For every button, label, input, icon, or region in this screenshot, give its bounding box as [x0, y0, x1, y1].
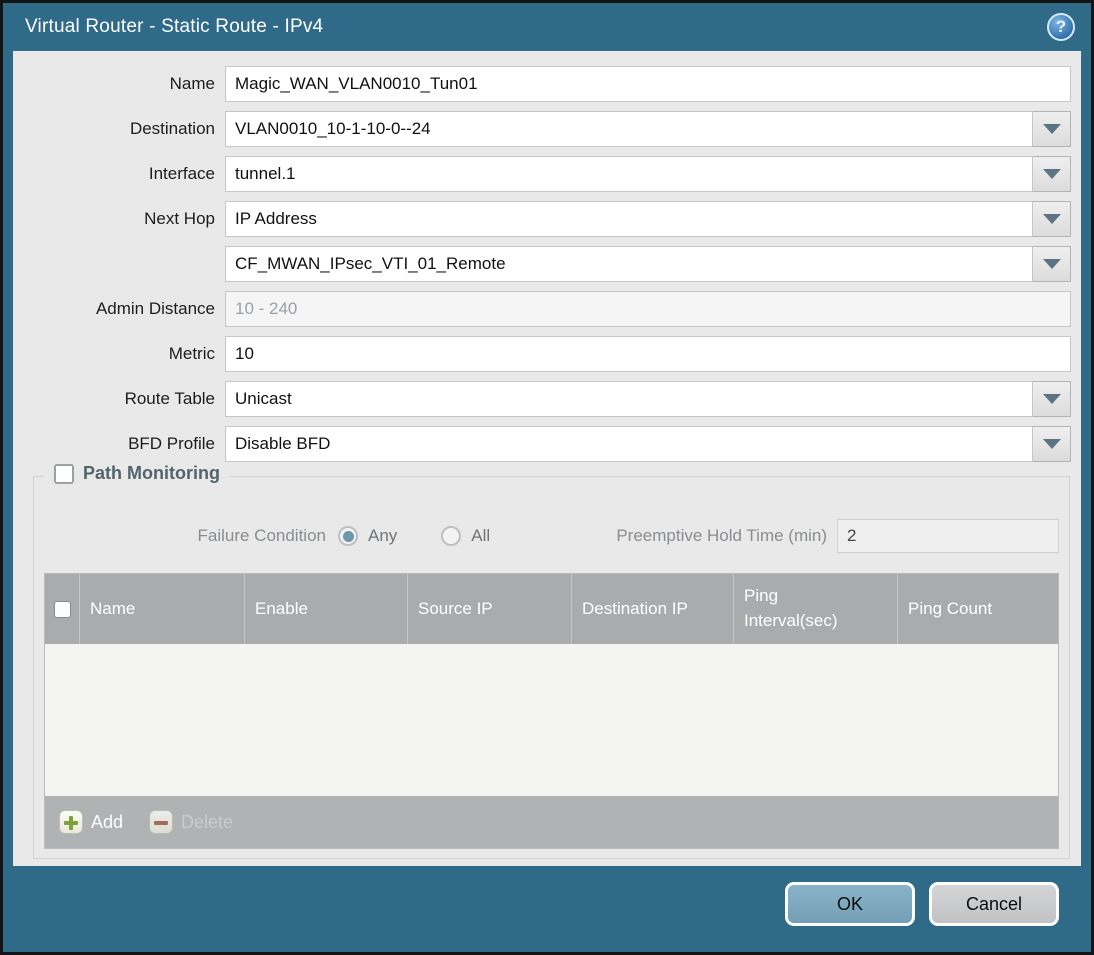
path-monitoring-title: Path Monitoring — [83, 463, 220, 483]
next-hop-address-dropdown-button[interactable] — [1033, 246, 1071, 282]
destination-input[interactable] — [225, 111, 1033, 147]
admin-distance-field-row: Admin Distance — [13, 291, 1071, 327]
preemptive-hold-input[interactable] — [837, 519, 1059, 553]
dialog-title: Virtual Router - Static Route - IPv4 — [25, 16, 324, 37]
chevron-down-icon — [1042, 124, 1061, 134]
column-header-ping-interval[interactable]: Ping Interval(sec) — [733, 574, 897, 644]
add-button[interactable]: Add — [59, 810, 123, 834]
select-all-checkbox[interactable] — [53, 600, 71, 618]
path-monitor-table: Name Enable Source IP Destination IP Pin… — [44, 573, 1059, 849]
failure-condition-label: Failure Condition — [197, 526, 326, 545]
next-hop-type-input[interactable] — [225, 201, 1033, 237]
path-monitoring-checkbox[interactable] — [54, 463, 74, 484]
interface-dropdown-button[interactable] — [1033, 156, 1071, 192]
path-monitoring-section: Path Monitoring Failure Condition Any Al… — [33, 463, 1070, 859]
next-hop-label: Next Hop — [144, 209, 215, 228]
table-header: Name Enable Source IP Destination IP Pin… — [45, 574, 1058, 644]
radio-any-circle[interactable] — [338, 526, 358, 546]
add-button-label: Add — [91, 811, 124, 832]
radio-any[interactable]: Any — [338, 526, 397, 546]
path-monitoring-options: Failure Condition Any All Preemptive Hol… — [44, 519, 1059, 553]
route-table-dropdown-button[interactable] — [1033, 381, 1071, 417]
plus-icon — [59, 810, 83, 834]
destination-label: Destination — [129, 119, 215, 138]
route-table-label: Route Table — [124, 389, 215, 408]
cancel-button[interactable]: Cancel — [929, 882, 1059, 926]
minus-icon — [149, 810, 174, 834]
bfd-profile-dropdown-button[interactable] — [1033, 426, 1071, 462]
preemptive-hold-group: Preemptive Hold Time (min) — [616, 519, 1059, 553]
ok-button[interactable]: OK — [785, 882, 915, 926]
route-table-input[interactable] — [225, 381, 1033, 417]
help-icon[interactable]: ? — [1047, 13, 1075, 41]
column-header-ping-count[interactable]: Ping Count — [897, 574, 1058, 644]
column-header-enable[interactable]: Enable — [244, 574, 407, 644]
path-monitoring-legend: Path Monitoring — [44, 463, 230, 484]
preemptive-hold-label: Preemptive Hold Time (min) — [616, 526, 827, 545]
metric-input[interactable] — [225, 336, 1071, 372]
column-header-destination-ip[interactable]: Destination IP — [571, 574, 733, 644]
name-input[interactable] — [225, 66, 1071, 102]
chevron-down-icon — [1042, 259, 1061, 269]
route-table-field-row: Route Table — [13, 381, 1071, 417]
delete-button-label: Delete — [181, 811, 234, 832]
bfd-profile-field-row: BFD Profile — [13, 426, 1071, 462]
table-toolbar: Add Delete — [45, 796, 1058, 848]
name-field-row: Name — [13, 66, 1071, 102]
admin-distance-input[interactable] — [225, 291, 1071, 327]
delete-button[interactable]: Delete — [149, 810, 233, 834]
interface-label: Interface — [148, 164, 215, 183]
interface-field-row: Interface — [13, 156, 1071, 192]
radio-any-label: Any — [368, 526, 398, 545]
dialog-body: Name Destination Interface Next Hop — [13, 51, 1081, 866]
radio-all-circle[interactable] — [441, 526, 462, 546]
next-hop-address-row — [13, 246, 1071, 282]
destination-field-row: Destination — [13, 111, 1071, 147]
radio-all-label: All — [471, 526, 491, 545]
next-hop-address-input[interactable] — [225, 246, 1033, 282]
metric-field-row: Metric — [13, 336, 1071, 372]
chevron-down-icon — [1042, 394, 1061, 404]
table-body-empty — [45, 644, 1058, 796]
bfd-profile-input[interactable] — [225, 426, 1033, 462]
chevron-down-icon — [1042, 169, 1061, 179]
column-header-name[interactable]: Name — [79, 574, 244, 644]
radio-all[interactable]: All — [441, 526, 490, 546]
chevron-down-icon — [1042, 214, 1061, 224]
destination-dropdown-button[interactable] — [1033, 111, 1071, 147]
title-bar: Virtual Router - Static Route - IPv4 ? — [3, 3, 1091, 51]
column-header-source-ip[interactable]: Source IP — [407, 574, 571, 644]
metric-label: Metric — [168, 344, 215, 363]
name-label: Name — [169, 74, 215, 93]
next-hop-dropdown-button[interactable] — [1033, 201, 1071, 237]
select-all-cell — [45, 574, 79, 644]
interface-input[interactable] — [225, 156, 1033, 192]
bfd-profile-label: BFD Profile — [128, 434, 215, 453]
chevron-down-icon — [1042, 439, 1061, 449]
failure-condition-radio-group: Any All — [338, 526, 490, 546]
dialog-footer: OK Cancel — [3, 866, 1091, 952]
next-hop-field-row: Next Hop — [13, 201, 1071, 237]
static-route-dialog: Virtual Router - Static Route - IPv4 ? N… — [0, 0, 1094, 955]
admin-distance-label: Admin Distance — [95, 299, 215, 318]
